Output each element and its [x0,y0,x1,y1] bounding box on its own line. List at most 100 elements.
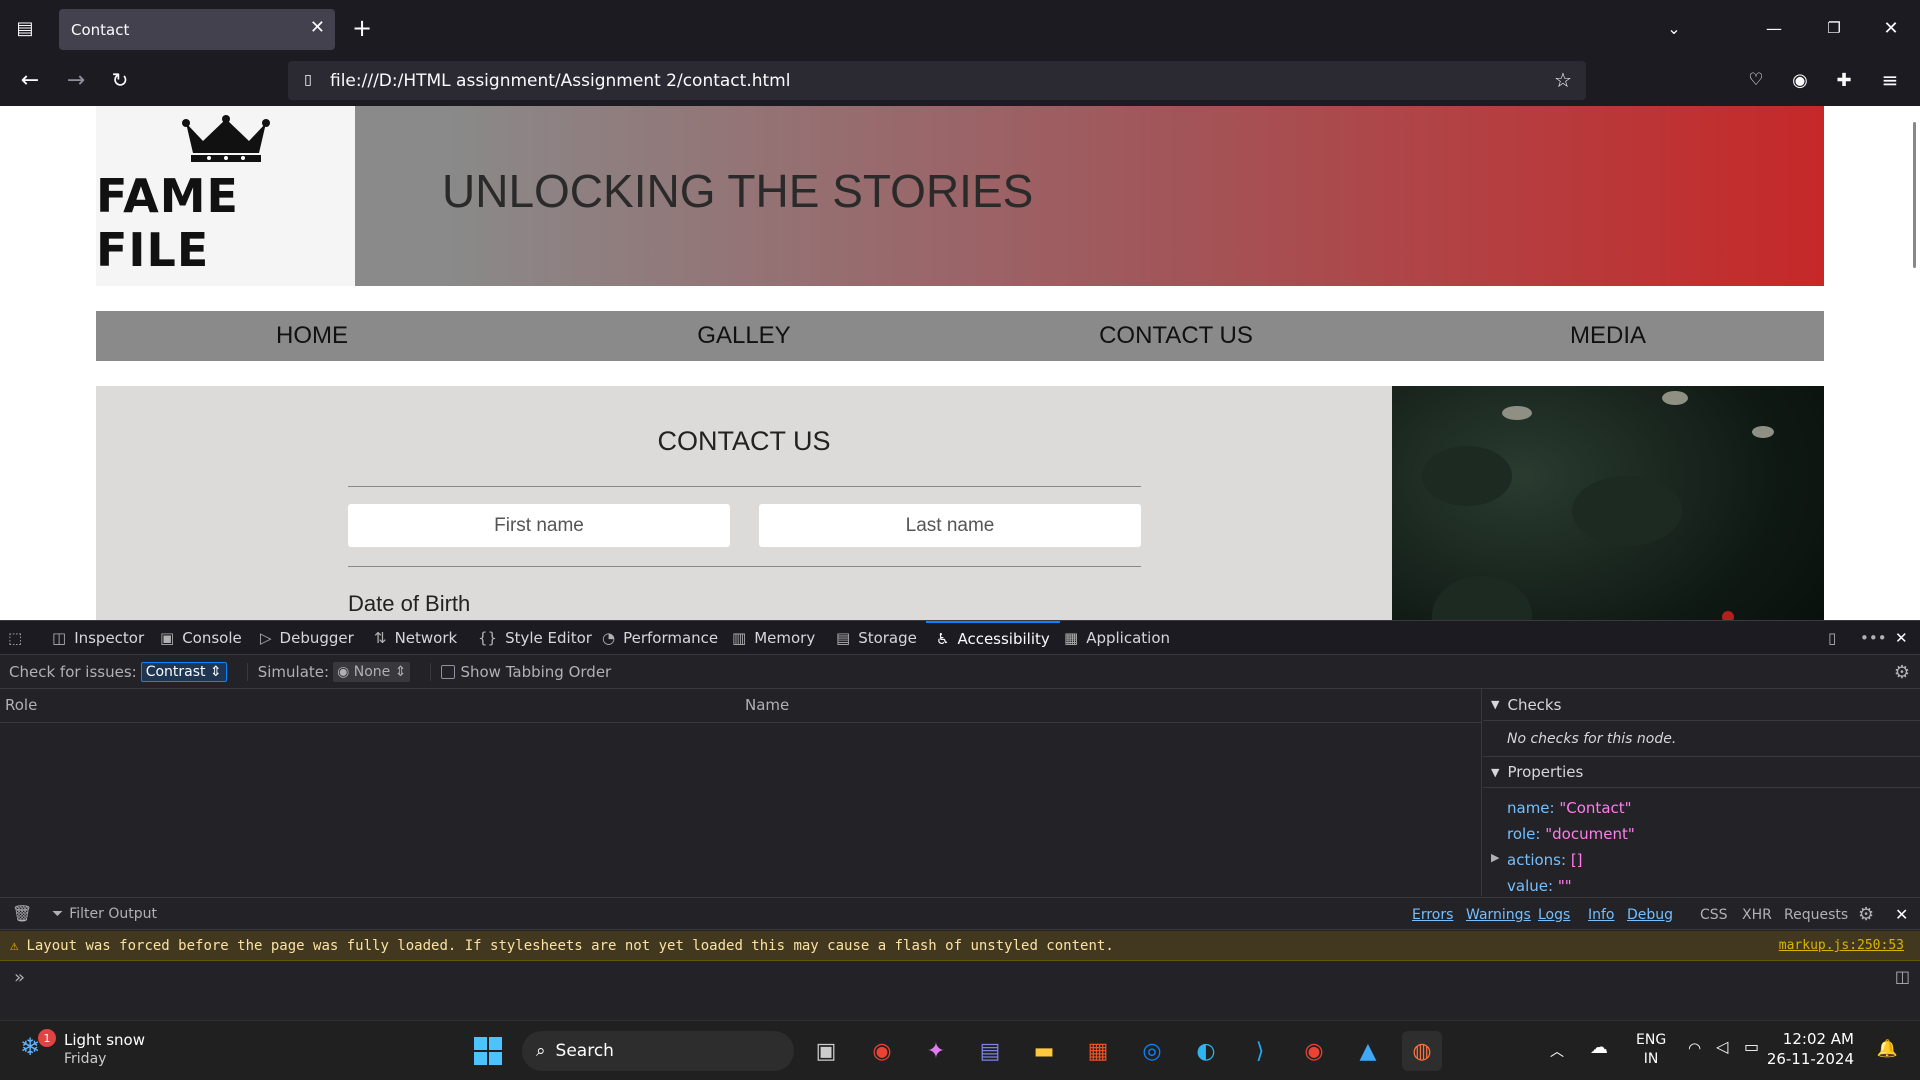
filter-logs[interactable]: Logs [1538,898,1570,931]
list-all-tabs-icon[interactable]: ⌄ [1660,14,1688,42]
nav-media[interactable]: MEDIA [1392,311,1824,361]
close-devtools-icon[interactable]: ✕ [1895,621,1916,655]
trash-icon[interactable]: 🗑 [12,904,32,923]
last-name-input[interactable]: Last name [759,504,1141,547]
filter-debug[interactable]: Debug [1627,898,1673,931]
close-window-icon[interactable]: ✕ [1877,14,1905,42]
filter-requests[interactable]: Requests [1784,898,1848,931]
close-tab-icon[interactable]: ✕ [310,17,325,38]
browser-tab-contact[interactable]: Contact ✕ [59,9,335,50]
site-logo[interactable]: FAME FILE [96,106,355,286]
application-icon: ▦ [1064,629,1079,647]
battery-icon[interactable]: ▭ [1744,1037,1759,1056]
devtools-toolbar: ⬚ ◫ Inspector ▣ Console ▷ Debugger ⇅ Network… [0,621,1920,655]
page-scrollbar[interactable] [1913,122,1916,268]
filter-output-input[interactable]: ⏷ Filter Output [52,906,157,922]
flower-shape [1662,391,1688,405]
filter-warnings[interactable]: Warnings [1466,898,1531,931]
filter-xhr[interactable]: XHR [1742,898,1772,931]
property-row[interactable]: name: "Contact" [1507,799,1632,817]
firefox-icon[interactable]: ◍ [1402,1031,1442,1071]
filter-info[interactable]: Info [1588,898,1615,931]
tabbing-order-toggle[interactable]: Show Tabbing Order [430,663,611,681]
minimize-icon[interactable]: — [1760,14,1788,42]
language-indicator[interactable]: ENG IN [1636,1031,1666,1069]
chrome-profile-icon[interactable]: ◉ [1294,1031,1334,1071]
volume-icon[interactable]: ◁ [1716,1037,1728,1056]
forward-icon[interactable]: → [62,66,90,94]
vscode-icon[interactable]: ⟩ [1240,1031,1280,1071]
weather-text: Light snow [64,1031,145,1049]
close-console-icon[interactable]: ✕ [1895,898,1908,931]
tab-accessibility[interactable]: ♿ Accessibility [926,621,1060,655]
tab-list-icon[interactable]: ▤ [10,14,40,42]
taskbar-search[interactable]: ⌕ Search [522,1031,794,1071]
tab-inspector[interactable]: ◫ Inspector [52,621,144,655]
leaf-shape [1422,446,1512,506]
menu-icon[interactable]: ≡ [1876,66,1904,94]
accessibility-tree: Role Name [0,689,1482,896]
new-tab-icon[interactable]: + [348,14,376,42]
task-view-icon[interactable]: ▣ [806,1031,846,1071]
tray-chevron-icon[interactable]: ︿ [1550,1041,1564,1061]
account-icon[interactable]: ◉ [1786,66,1814,94]
photos-icon[interactable]: ▲ [1348,1031,1388,1071]
bookmark-star-icon[interactable]: ☆ [1550,67,1576,93]
restore-icon[interactable]: ❐ [1820,14,1848,42]
expand-arrow-icon[interactable]: ▶ [1491,851,1499,864]
filter-errors[interactable]: Errors [1412,898,1453,931]
more-options-icon[interactable]: ••• [1860,621,1895,655]
extensions-icon[interactable]: ✚ [1830,66,1858,94]
warning-source-link[interactable]: markup.js:250:53 [1779,938,1904,953]
edge-icon[interactable]: ◐ [1186,1031,1226,1071]
check-issues-select[interactable]: Contrast ⇕ [140,662,227,682]
file-explorer-icon[interactable]: ▬ [1024,1031,1064,1071]
element-picker-icon[interactable]: ⬚ [8,621,30,655]
console-icon: ▣ [160,629,175,647]
console-prompt-icon[interactable]: » [14,967,25,988]
first-name-input[interactable]: First name [348,504,730,547]
leaf-shape [1572,476,1682,546]
tab-console[interactable]: ▣ Console [160,621,242,655]
reload-icon[interactable]: ↻ [106,66,134,94]
teams-icon[interactable]: ▤ [970,1031,1010,1071]
notification-bell-icon[interactable]: 🔔 [1877,1039,1898,1059]
wifi-icon[interactable]: ◠ [1688,1039,1701,1057]
split-console-icon[interactable]: ◫ [1895,967,1910,986]
tab-style-editor[interactable]: {} Style Editor [478,621,592,655]
filter-css[interactable]: CSS [1700,898,1728,931]
back-icon[interactable]: ← [16,66,44,94]
checkbox[interactable] [441,665,456,679]
tab-performance[interactable]: ◔ Performance [602,621,718,655]
tab-debugger[interactable]: ▷ Debugger [260,621,354,655]
start-icon[interactable] [468,1031,508,1071]
debugger-icon: ▷ [260,629,272,647]
property-row[interactable]: ▶ actions: [] [1491,851,1583,869]
onedrive-icon[interactable]: ☁ [1590,1037,1608,1058]
page-icon: ▯ [304,72,312,88]
nav-gallery[interactable]: GALLEY [528,311,960,361]
dell-icon[interactable]: ◎ [1132,1031,1172,1071]
property-row[interactable]: role: "document" [1507,825,1635,843]
properties-section[interactable]: ▼ Properties [1483,756,1920,788]
nav-home[interactable]: HOME [96,311,528,361]
address-bar[interactable]: ▯ file:///D:/HTML assignment/Assignment … [288,61,1586,100]
tab-network[interactable]: ⇅ Network [374,621,457,655]
simulate-select[interactable]: ◉ None ⇕ [333,662,411,682]
tab-storage[interactable]: ▤ Storage [836,621,917,655]
copilot-icon[interactable]: ✦ [916,1031,956,1071]
console-settings-icon[interactable]: ⚙ [1858,898,1874,931]
tab-memory[interactable]: ▥ Memory [732,621,815,655]
chrome-icon[interactable]: ◉ [862,1031,902,1071]
property-row[interactable]: value: "" [1507,877,1572,895]
style-editor-icon: {} [478,629,498,647]
system-clock[interactable]: 12:02 AM 26-11-2024 [1767,1029,1854,1069]
tab-application[interactable]: ▦ Application [1064,621,1170,655]
nav-contact[interactable]: CONTACT US [960,311,1392,361]
checks-section[interactable]: ▼ Checks [1483,689,1920,721]
dob-label: Date of Birth [348,591,471,616]
dock-icon[interactable]: ▯ [1828,621,1844,655]
pocket-icon[interactable]: ♡ [1742,66,1770,94]
store-icon[interactable]: ▦ [1078,1031,1118,1071]
settings-gear-icon[interactable]: ⚙ [1894,662,1910,683]
